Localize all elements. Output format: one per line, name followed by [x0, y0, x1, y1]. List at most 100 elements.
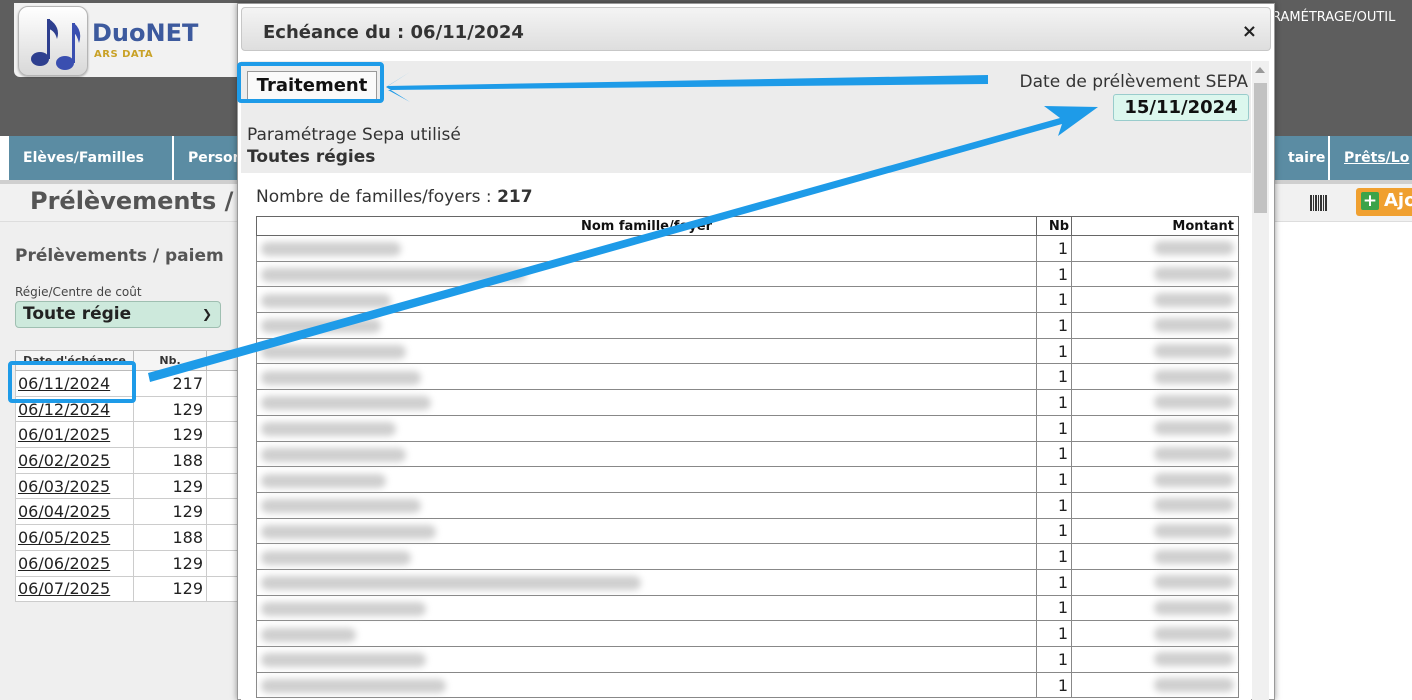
echeance-row: 06/01/2025 129 [15, 421, 240, 449]
family-count-cell: 1 [1036, 568, 1072, 596]
family-row: 1 [256, 260, 1239, 288]
echeance-date-link[interactable]: 06/07/2025 [15, 575, 134, 603]
redacted-amount [1154, 395, 1234, 410]
echeance-date-link[interactable]: 06/11/2024 [15, 370, 134, 397]
family-row: 1 [256, 646, 1239, 673]
echeance-cell [206, 472, 240, 500]
echeance-count: 188 [133, 524, 207, 551]
family-name-cell [256, 646, 1037, 673]
app-subtitle: ARS DATA [94, 49, 154, 60]
family-row: 1 [256, 363, 1239, 391]
traitement-button[interactable]: Traitement [247, 71, 377, 101]
echeance-dialog: Echéance du : 06/11/2024 × Traitement Da… [237, 3, 1275, 700]
sepa-param-label: Paramétrage Sepa utilisé [247, 125, 461, 145]
add-button-label: Ajo [1384, 190, 1412, 211]
family-count-cell: 1 [1036, 312, 1072, 339]
dialog-header[interactable]: Echéance du : 06/11/2024 × [241, 7, 1271, 51]
dialog-scrollbar[interactable] [1252, 61, 1269, 700]
app-name: DuoNET [92, 19, 199, 47]
family-row: 1 [256, 671, 1239, 699]
family-amount-cell [1071, 491, 1239, 519]
family-row: 1 [256, 568, 1239, 596]
echeance-date-link[interactable]: 06/06/2025 [15, 549, 134, 577]
family-count-cell: 1 [1036, 671, 1072, 699]
family-name-cell [256, 235, 1037, 262]
redacted-family-name [261, 473, 386, 488]
redacted-amount [1154, 498, 1234, 513]
family-count-cell: 1 [1036, 491, 1072, 519]
dialog-body[interactable]: Traitement Date de prélèvement SEPA 15/1… [241, 61, 1251, 700]
echeance-count: 129 [133, 498, 207, 526]
echeance-count: 217 [133, 370, 207, 397]
family-row: 1 [256, 312, 1239, 339]
family-amount-cell [1071, 646, 1239, 673]
echeance-count: 129 [133, 549, 207, 577]
echeance-date-link[interactable]: 06/12/2024 [15, 395, 134, 423]
nav-tab-partial[interactable]: taire [1275, 136, 1328, 180]
redacted-family-name [261, 396, 431, 411]
redacted-family-name [261, 345, 406, 360]
family-name-cell [256, 414, 1037, 442]
echeance-row: 06/03/2025 129 [15, 472, 240, 500]
family-count-cell: 1 [1036, 466, 1072, 493]
echeance-date-link[interactable]: 06/03/2025 [15, 472, 134, 500]
music-note-logo-icon [18, 6, 88, 76]
family-name-cell [256, 543, 1037, 570]
family-row: 1 [256, 466, 1239, 493]
scroll-up-arrow-icon[interactable] [1255, 67, 1265, 73]
close-icon[interactable]: × [1242, 21, 1257, 42]
dialog-title: Echéance du : 06/11/2024 [263, 22, 524, 43]
barcode-icon[interactable] [1310, 195, 1328, 215]
family-amount-cell [1071, 594, 1239, 622]
family-name-cell [256, 440, 1037, 468]
nav-tab-eleves-familles[interactable]: Elèves/Familles [9, 136, 172, 180]
family-amount-cell [1071, 260, 1239, 288]
family-row: 1 [256, 491, 1239, 519]
family-count-cell: 1 [1036, 286, 1072, 314]
echeance-date-link[interactable]: 06/05/2025 [15, 524, 134, 551]
family-row: 1 [256, 620, 1239, 647]
family-name-cell [256, 363, 1037, 391]
sepa-date-field[interactable]: 15/11/2024 [1113, 94, 1249, 121]
nav-tab-prets[interactable]: Prêts/Lo [1330, 136, 1412, 180]
nav-tab-personnel[interactable]: Person [174, 136, 240, 180]
echeance-date-link[interactable]: 06/04/2025 [15, 498, 134, 526]
regie-label: Régie/Centre de coût [15, 285, 142, 299]
regie-select[interactable]: Toute régie ❯ [15, 301, 221, 328]
family-row: 1 [256, 440, 1239, 468]
redacted-amount [1154, 292, 1234, 307]
redacted-family-name [261, 268, 526, 283]
echeance-row: 06/02/2025 188 [15, 447, 240, 474]
echeance-cell [206, 421, 240, 449]
family-count-cell: 1 [1036, 440, 1072, 468]
family-count-cell: 1 [1036, 389, 1072, 416]
plus-icon: + [1361, 191, 1379, 211]
col-header-nb: Nb. [133, 350, 207, 371]
family-name-cell [256, 620, 1037, 647]
redacted-family-name [261, 627, 356, 642]
echeance-count: 129 [133, 395, 207, 423]
family-amount-cell [1071, 466, 1239, 493]
families-table: Nom famille/foyer Nb Montant 11111111111… [256, 216, 1239, 699]
add-button[interactable]: + Ajo [1356, 188, 1412, 216]
family-row: 1 [256, 594, 1239, 622]
families-count-label: Nombre de familles/foyers : [256, 187, 492, 207]
family-name-cell [256, 337, 1037, 365]
redacted-amount [1154, 652, 1234, 667]
echeance-date-link[interactable]: 06/02/2025 [15, 447, 134, 474]
top-menu-settings[interactable]: RAMÉTRAGE/OUTIL [1272, 10, 1395, 25]
family-count-cell: 1 [1036, 235, 1072, 262]
family-amount-cell [1071, 286, 1239, 314]
echeance-date-link[interactable]: 06/01/2025 [15, 421, 134, 449]
redacted-family-name [261, 550, 411, 565]
brand-logo-box[interactable]: DuoNET ARS DATA [14, 3, 242, 77]
redacted-family-name [261, 447, 406, 462]
redacted-amount [1154, 421, 1234, 436]
scrollbar-thumb[interactable] [1254, 83, 1267, 213]
family-name-cell [256, 260, 1037, 288]
family-name-cell [256, 466, 1037, 493]
echeance-table: Date d'échéance Nb. 06/11/2024 217 06/12/… [15, 350, 240, 603]
family-amount-cell [1071, 543, 1239, 570]
family-row: 1 [256, 517, 1239, 545]
redacted-amount [1154, 267, 1234, 282]
